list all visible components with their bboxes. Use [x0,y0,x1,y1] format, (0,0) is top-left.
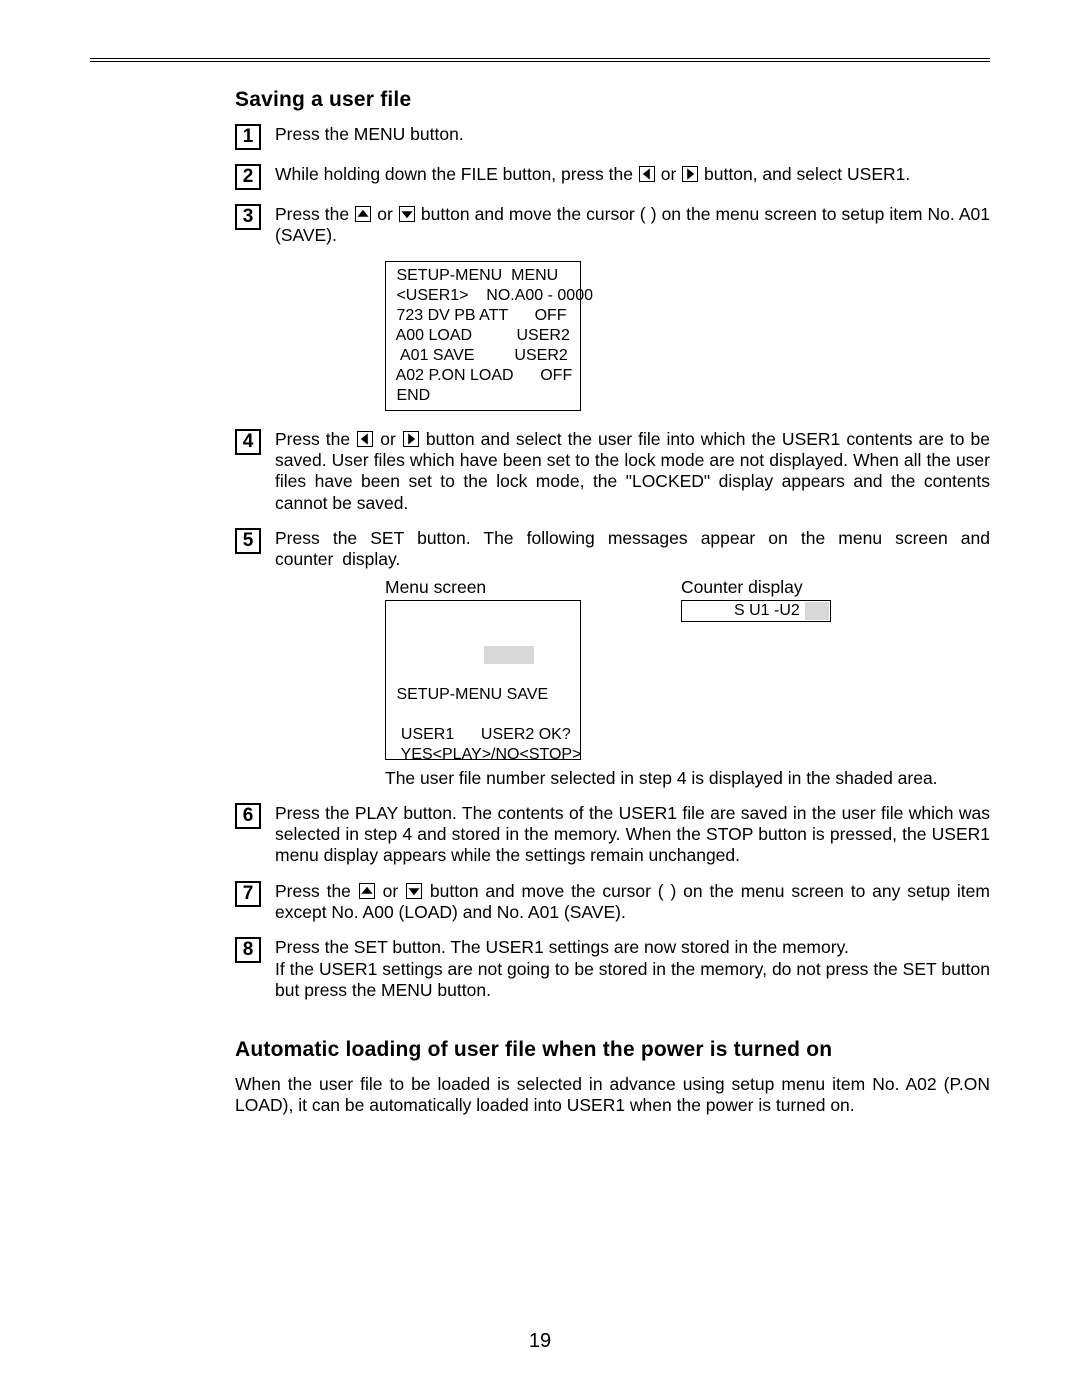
step-text-fragment: Press the [275,881,358,901]
right-arrow-icon [682,166,698,182]
step5-figures: Menu screen SETUP-MENU SAVE USER1 USER2 … [385,577,990,760]
step-text-fragment: or [374,429,402,449]
step-text-fragment: or [372,204,398,224]
up-arrow-icon [355,206,371,222]
step-text: Press the or button and move the cursor … [275,204,990,247]
step-number-box: 6 [235,803,261,829]
section-body: When the user file to be loaded is selec… [235,1074,990,1117]
left-arrow-icon [357,431,373,447]
step-text: Press the PLAY button. The contents of t… [275,803,990,867]
shaded-region [484,646,534,664]
step-text: Press the or button and select the user … [275,429,990,514]
screen-line: YES<PLAY>/NO<STOP> [392,746,581,763]
step-number-box: 8 [235,937,261,963]
content-column: Saving a user file 1 Press the MENU butt… [235,88,990,1116]
step-text: Press the SET button. The USER1 settings… [275,937,990,1001]
section-title-saving: Saving a user file [235,88,990,112]
top-rule [90,58,990,62]
section-title-autoload: Automatic loading of user file when the … [235,1038,990,1062]
step-text: While holding down the FILE button, pres… [275,164,990,185]
screen-line: SETUP-MENU SAVE [392,686,548,703]
step-8: 8 Press the SET button. The USER1 settin… [235,937,990,1001]
step-text-fragment: or [376,881,405,901]
screen-line: USER1 USER2 OK? [392,726,571,743]
figure-label: Menu screen [385,577,581,598]
step-text-fragment: Press the [275,429,356,449]
step-text: Press the MENU button. [275,124,990,145]
step-number-box: 4 [235,429,261,455]
step-text-fragment: button, and select USER1. [699,164,910,184]
step-text: Press the SET button. The following mess… [275,528,990,571]
step-number-box: 3 [235,204,261,230]
page-number: 19 [0,1330,1080,1353]
counter-display-column: Counter display S U1 -U2 [681,577,831,622]
step-7: 7 Press the or button and move the curso… [235,881,990,924]
down-arrow-icon [399,206,415,222]
step-text: Press the or button and move the cursor … [275,881,990,924]
manual-page: Saving a user file 1 Press the MENU butt… [0,0,1080,1397]
shaded-region [805,602,829,620]
step-2: 2 While holding down the FILE button, pr… [235,164,990,190]
step-text-fragment: While holding down the FILE button, pres… [275,164,638,184]
down-arrow-icon [406,883,422,899]
up-arrow-icon [359,883,375,899]
step-number-box: 1 [235,124,261,150]
step-6: 6 Press the PLAY button. The contents of… [235,803,990,867]
menu-screen-display: SETUP-MENU MENU <USER1> NO.A00 - 0000 72… [385,261,581,411]
counter-display: S U1 -U2 [681,600,831,622]
step-text-fragment: or [656,164,681,184]
figure-label: Counter display [681,577,831,598]
step-number-box: 5 [235,528,261,554]
menu-screen-column: Menu screen SETUP-MENU SAVE USER1 USER2 … [385,577,581,760]
step-1: 1 Press the MENU button. [235,124,990,150]
step-text-fragment: Press the [275,204,354,224]
step-5: 5 Press the SET button. The following me… [235,528,990,571]
section-auto-load: Automatic loading of user file when the … [235,1038,990,1117]
right-arrow-icon [403,431,419,447]
counter-text: S U1 -U2 [688,601,800,621]
save-screen-display: SETUP-MENU SAVE USER1 USER2 OK? YES<PLAY… [385,600,581,760]
step-4: 4 Press the or button and select the use… [235,429,990,514]
step-number-box: 2 [235,164,261,190]
left-arrow-icon [639,166,655,182]
step-number-box: 7 [235,881,261,907]
step-3: 3 Press the or button and move the curso… [235,204,990,247]
